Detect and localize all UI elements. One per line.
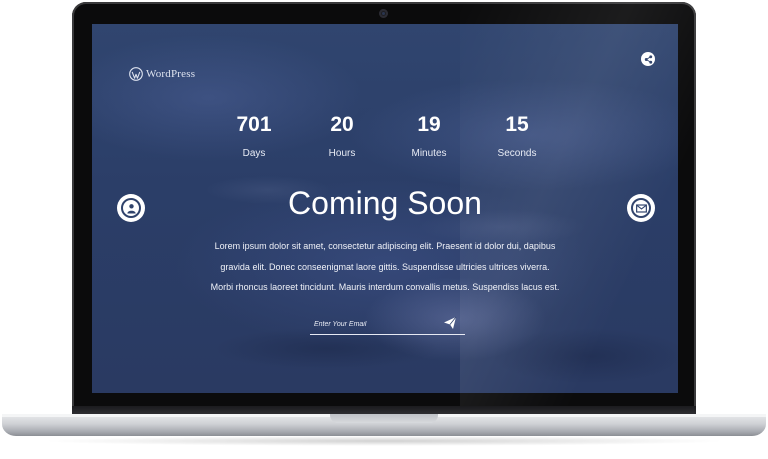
countdown-label: Days	[242, 148, 266, 159]
countdown-minutes: 19 Minutes	[389, 113, 469, 159]
subscribe-form	[310, 314, 465, 335]
countdown-timer: 701 Days 20 Hours 19 Minutes 15 Seconds	[92, 113, 678, 163]
site-logo[interactable]: WordPress	[129, 67, 195, 81]
screen: WordPress 701 Days 20 Hours 19 Minutes 1…	[92, 24, 678, 393]
webcam	[379, 9, 388, 18]
wordpress-logo-icon	[129, 67, 143, 81]
countdown-seconds: 15 Seconds	[477, 113, 557, 159]
countdown-value: 15	[505, 113, 529, 136]
paper-plane-icon[interactable]	[443, 316, 457, 330]
share-button[interactable]	[641, 52, 655, 66]
countdown-value: 19	[417, 113, 441, 136]
countdown-label: Seconds	[497, 148, 537, 159]
logo-text: WordPress	[146, 68, 196, 80]
laptop-shadow	[40, 436, 728, 446]
laptop-hinge	[72, 406, 696, 414]
countdown-value: 20	[330, 113, 354, 136]
countdown-days: 701 Days	[214, 113, 294, 159]
countdown-value: 701	[236, 113, 272, 136]
laptop-notch	[330, 414, 438, 423]
countdown-label: Minutes	[411, 148, 447, 159]
description-line: gravida elit. Donec conseenigmat laore g…	[220, 261, 550, 272]
email-input[interactable]	[310, 316, 440, 332]
page-title: Coming Soon	[288, 185, 482, 221]
share-icon	[644, 54, 652, 64]
countdown-hours: 20 Hours	[302, 113, 382, 159]
description-line: Morbi rhoncus laoreet tincidunt. Mauris …	[210, 282, 560, 292]
description-line: Lorem ipsum dolor sit amet, consectetur …	[214, 241, 556, 251]
description: Lorem ipsum dolor sit amet, consectetur …	[202, 236, 568, 298]
countdown-label: Hours	[328, 148, 356, 159]
